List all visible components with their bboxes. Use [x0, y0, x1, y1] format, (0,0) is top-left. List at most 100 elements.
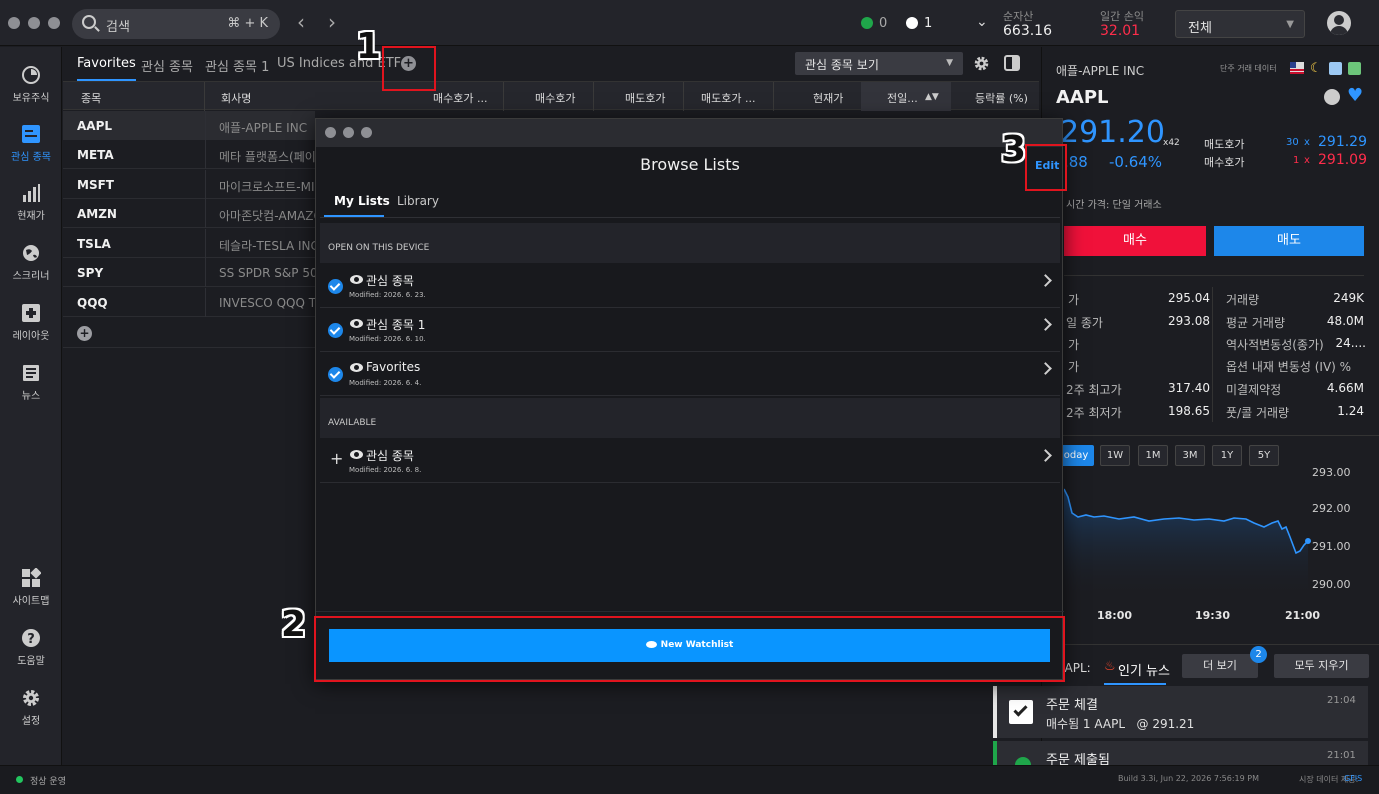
sidebar-item-news[interactable]: 뉴스 [0, 363, 62, 402]
tab-library[interactable]: Library [397, 194, 439, 208]
table-row[interactable]: SPY SS SPDR S&P 500 [63, 258, 325, 287]
timeframe-1m[interactable]: 1M [1138, 445, 1168, 466]
x-tick: 19:30 [1195, 609, 1231, 622]
panel-toggle-icon[interactable] [1004, 55, 1020, 71]
column-header-ask-size[interactable]: 매도호가 ... [701, 90, 755, 106]
column-header-last[interactable]: 현재가 [813, 90, 843, 106]
column-header-sorted[interactable]: 전일... ▲▼ [861, 82, 951, 111]
build-info: Build 3.3i, Jun 22, 2026 7:56:19 PM [1118, 774, 1259, 783]
tab-watchlist[interactable]: 관심 종목 [141, 56, 193, 75]
clear-all-button[interactable]: 모두 지우기 [1274, 654, 1369, 678]
table-row[interactable]: QQQ INVESCO QQQ TR [63, 288, 324, 317]
list-name: Favorites [366, 360, 421, 374]
timeframe-today[interactable]: oday [1058, 445, 1094, 466]
settings-gear-icon[interactable] [973, 55, 990, 72]
sidebar-item-settings[interactable]: 설정 [0, 688, 62, 727]
table-row[interactable]: AMZN 아마존닷컴-AMAZO [63, 199, 323, 228]
modal-close-dot[interactable] [325, 127, 336, 138]
tab-my-lists[interactable]: My Lists [334, 194, 390, 208]
sidebar: 보유주식 관심 종목 현재가 스크리너 레이아웃 뉴스 사이트맵 ? 도움말 설… [0, 47, 62, 765]
data-provider-link[interactable]: GFIS [1344, 774, 1362, 783]
avatar[interactable] [1327, 11, 1351, 35]
watchlist-view-select[interactable]: 관심 종목 보기 ▼ [795, 52, 963, 75]
divider [1212, 287, 1213, 422]
sidebar-item-label: 레이아웃 [12, 331, 50, 342]
column-header-symbol[interactable]: 종목 [81, 90, 101, 106]
timeframe-3m[interactable]: 3M [1175, 445, 1205, 466]
account-select[interactable]: 전체 ▼ [1175, 10, 1305, 38]
search-box[interactable]: 검색 ⌘ + K [72, 9, 280, 39]
modal-zoom-dot[interactable] [361, 127, 372, 138]
price-chart[interactable] [1064, 469, 1314, 599]
window-close-dot[interactable] [8, 17, 20, 29]
notification-order-filled[interactable]: 주문 체결 21:04 매수됨 1 AAPL @ 291.21 [993, 686, 1368, 738]
plus-icon[interactable]: + [330, 449, 343, 468]
alarm-icon[interactable] [1324, 89, 1340, 105]
timeframe-1y[interactable]: 1Y [1212, 445, 1242, 466]
column-header-change-pct[interactable]: 등락률 (%) [975, 90, 1028, 106]
check-icon[interactable] [328, 279, 343, 294]
column-header-bid-size[interactable]: 매수호가 ... [433, 90, 487, 106]
heart-icon[interactable]: ♥ [1347, 85, 1363, 106]
row-symbol: META [77, 148, 114, 162]
column-header-company[interactable]: 회사명 [221, 90, 251, 106]
column-header-ask[interactable]: 매도호가 [625, 90, 665, 106]
check-icon[interactable] [328, 367, 343, 382]
help-icon: ? [22, 629, 40, 647]
sidebar-item-help[interactable]: ? 도움말 [0, 628, 62, 667]
daily-pnl-value: 32.01 [1100, 23, 1141, 39]
list-modified: Modified: 2026. 6. 23. [349, 291, 426, 299]
sidebar-item-sitemap[interactable]: 사이트맵 [0, 568, 62, 607]
notification-order-submitted[interactable]: 주문 제출됨 21:01 [993, 741, 1368, 765]
check-icon [1009, 700, 1033, 724]
modal-minimize-dot[interactable] [343, 127, 354, 138]
timeframe-5y[interactable]: 5Y [1249, 445, 1279, 466]
list-item[interactable]: 관심 종목 Modified: 2026. 6. 23. [320, 264, 1060, 308]
y-tick: 290.00 [1312, 578, 1351, 591]
more-badge: 2 [1250, 646, 1267, 663]
list-item[interactable]: 관심 종목 1 Modified: 2026. 6. 10. [320, 308, 1060, 352]
list-modified: Modified: 2026. 6. 4. [349, 379, 422, 387]
table-row[interactable]: AAPL 애플-APPLE INC [63, 111, 315, 140]
stat-label: 거래량 [1226, 293, 1260, 307]
sidebar-item-portfolio[interactable]: 보유주식 [0, 65, 62, 104]
more-button[interactable]: 더 보기 [1182, 654, 1258, 678]
timeframe-1w[interactable]: 1W [1100, 445, 1130, 466]
column-divider [683, 82, 684, 111]
table-row[interactable]: TSLA 테슬라-TESLA INC [63, 229, 319, 258]
list-item[interactable]: + 관심 종목 Modified: 2026. 6. 8. [320, 439, 1060, 483]
column-header-bid[interactable]: 매수호가 [535, 90, 575, 106]
check-icon[interactable] [328, 323, 343, 338]
list-modified: Modified: 2026. 6. 10. [349, 335, 426, 343]
tab-watchlist-1[interactable]: 관심 종목 1 [205, 56, 269, 75]
eye-icon [350, 275, 363, 284]
eye-icon [350, 319, 363, 328]
last-price: 291.20 [1060, 115, 1165, 150]
tab-popular-news[interactable]: 인기 뉴스 [1118, 660, 1170, 679]
row-company: 애플-APPLE INC [219, 121, 308, 135]
window-minimize-dot[interactable] [28, 17, 40, 29]
chevron-right-icon [1039, 362, 1052, 375]
sidebar-item-screener[interactable]: 스크리너 [0, 243, 62, 282]
back-arrow-icon[interactable]: ‹ [297, 10, 305, 34]
window-zoom-dot[interactable] [48, 17, 60, 29]
table-row[interactable]: META 메타 플랫폼스(페이 [63, 140, 316, 169]
add-symbol-button[interactable]: + [77, 326, 92, 341]
list-item[interactable]: Favorites Modified: 2026. 6. 4. [320, 352, 1060, 396]
row-symbol: SPY [77, 266, 104, 280]
sidebar-item-watchlist[interactable]: 관심 종목 [0, 124, 62, 163]
x-tick: 18:00 [1097, 609, 1133, 622]
check-status-icon [906, 17, 918, 29]
tab-favorites[interactable]: Favorites [77, 56, 136, 81]
forward-arrow-icon[interactable]: › [328, 10, 336, 34]
table-row[interactable]: MSFT 마이크로소프트-MI [63, 170, 315, 199]
sidebar-item-quote[interactable]: 현재가 [0, 183, 62, 222]
stat-label: 가 [1068, 293, 1080, 307]
buy-button[interactable]: 매수 [1064, 226, 1206, 256]
stat-label: 가 [1068, 360, 1080, 374]
chevron-down-icon[interactable]: ⌄ [976, 14, 988, 30]
sidebar-item-layout[interactable]: 레이아웃 [0, 303, 62, 342]
sell-button[interactable]: 매도 [1214, 226, 1364, 256]
search-input[interactable]: 검색 [106, 16, 130, 35]
quote-panel: 애플-APPLE INC 단주 거래 데이터 ☾ AAPL ♥ 291.20 x… [1041, 47, 1379, 765]
